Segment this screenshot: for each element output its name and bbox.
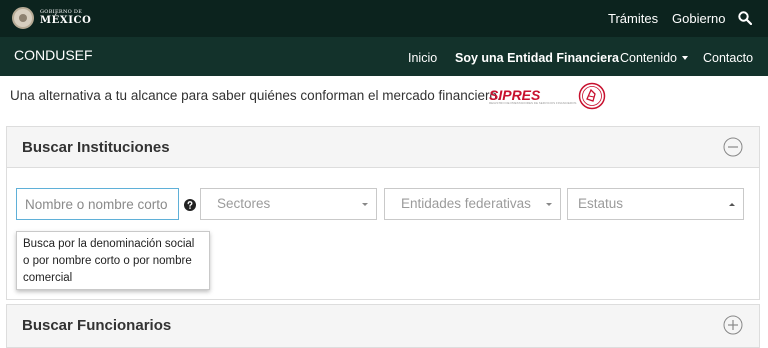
nav-contacto[interactable]: Contacto — [703, 51, 753, 65]
nav-soy-una-entidad-financiera[interactable]: Soy una Entidad Financiera — [455, 51, 619, 65]
question-circle-icon[interactable] — [184, 199, 196, 211]
sipres-logo: SIPRES REGISTRO DE PRESTADORES DE SERVICI… — [489, 81, 606, 111]
buscar-instituciones-panel: Buscar Instituciones Sectores Entidades … — [6, 126, 760, 300]
buscar-instituciones-header[interactable]: Buscar Instituciones — [7, 127, 759, 168]
panel-title: Buscar Funcionarios — [22, 317, 172, 334]
nav-contenido-label: Contenido — [620, 51, 677, 65]
plus-circle-icon[interactable] — [723, 315, 743, 335]
nav-contenido-dropdown[interactable]: Contenido — [620, 51, 688, 65]
gobierno-de-mexico-logo[interactable]: GOBIERNO DE MÉXICO — [12, 7, 91, 29]
buscar-funcionarios-panel: Buscar Funcionarios — [6, 304, 760, 348]
caret-up-icon — [729, 203, 735, 206]
caret-down-icon — [546, 203, 552, 206]
nav-inicio[interactable]: Inicio — [408, 51, 437, 65]
institution-name-search-input[interactable] — [16, 188, 179, 220]
page-tagline: Una alternativa a tu alcance para saber … — [10, 88, 501, 103]
entidades-federativas-select[interactable]: Entidades federativas — [384, 188, 561, 220]
brand-condusef[interactable]: CONDUSEF — [14, 47, 93, 63]
estatus-select[interactable]: Estatus — [567, 188, 744, 220]
national-seal-icon — [12, 7, 34, 29]
tramites-link[interactable]: Trámites — [608, 11, 658, 26]
gobierno-link[interactable]: Gobierno — [672, 11, 725, 26]
sectores-select-value: Sectores — [217, 196, 271, 211]
caret-down-icon — [362, 203, 368, 206]
main-navbar: CONDUSEF Inicio Soy una Entidad Financie… — [0, 37, 768, 76]
buscar-funcionarios-header[interactable]: Buscar Funcionarios — [7, 305, 759, 347]
panel-title: Buscar Instituciones — [22, 139, 170, 156]
estatus-select-value: Estatus — [578, 196, 624, 211]
logo-line-2: MÉXICO — [40, 15, 92, 26]
search-help-tooltip: Busca por la denominación social o por n… — [16, 231, 210, 290]
sectores-select[interactable]: Sectores — [200, 188, 377, 220]
sipres-seal-icon — [579, 82, 606, 110]
caret-down-icon — [682, 56, 688, 60]
search-icon[interactable] — [738, 11, 752, 25]
entidades-select-value: Entidades federativas — [401, 196, 531, 211]
government-header: GOBIERNO DE MÉXICO Trámites Gobierno — [0, 0, 768, 37]
minus-circle-icon[interactable] — [723, 137, 743, 157]
sipres-logo-subtitle: REGISTRO DE PRESTADORES DE SERVICIOS FIN… — [489, 100, 577, 105]
